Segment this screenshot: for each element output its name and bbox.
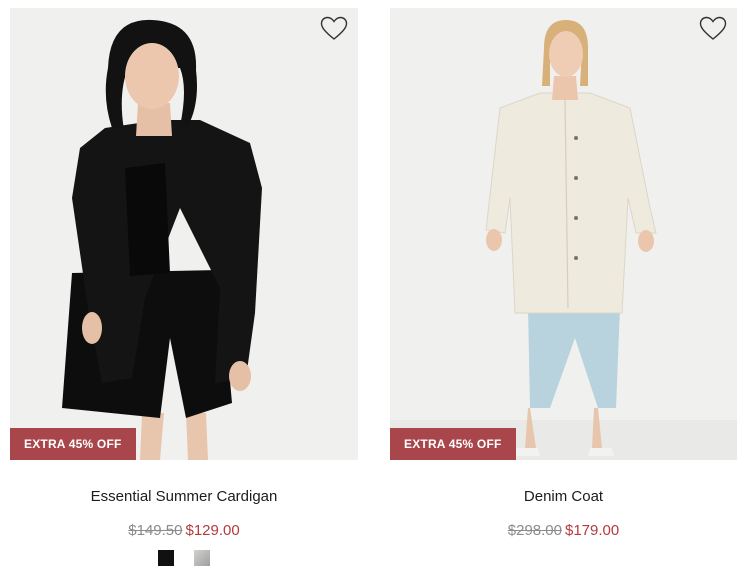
product-price: $298.00 $179.00	[390, 522, 737, 539]
model-in-cardigan-image	[62, 19, 262, 460]
product-name[interactable]: Denim Coat	[390, 488, 737, 505]
heart-outline-icon[interactable]	[320, 16, 348, 42]
original-price: $149.50	[128, 522, 183, 539]
product-image-cardigan[interactable]: EXTRA 45% OFF	[10, 8, 358, 460]
discount-badge: EXTRA 45% OFF	[390, 428, 516, 460]
swatch-black[interactable]	[158, 550, 174, 566]
heart-outline-icon[interactable]	[699, 16, 727, 42]
color-swatches	[10, 550, 358, 570]
model-in-denim-coat-image	[390, 20, 737, 460]
discount-badge: EXTRA 45% OFF	[10, 428, 136, 460]
sale-price: $129.00	[185, 522, 240, 539]
swatch-grey[interactable]	[194, 550, 210, 566]
product-name[interactable]: Essential Summer Cardigan	[10, 488, 358, 505]
sale-price: $179.00	[565, 522, 620, 539]
product-card-essential-summer-cardigan[interactable]: EXTRA 45% OFF Essential Summer Cardigan …	[10, 8, 358, 570]
product-card-denim-coat[interactable]: EXTRA 45% OFF Denim Coat $298.00 $179.00	[390, 8, 737, 539]
original-price: $298.00	[507, 522, 562, 539]
product-image-denim-coat[interactable]: EXTRA 45% OFF	[390, 8, 737, 460]
product-price: $149.50 $129.00	[10, 522, 358, 539]
